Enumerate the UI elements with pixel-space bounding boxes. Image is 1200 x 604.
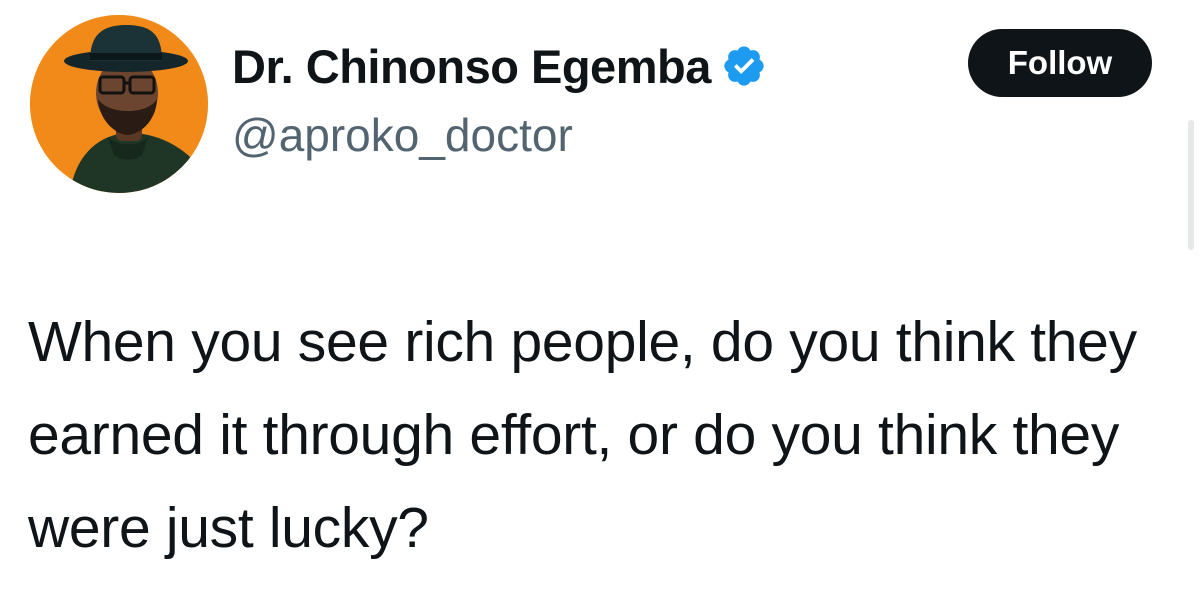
follow-button[interactable]: Follow (968, 29, 1152, 97)
verified-badge-icon (721, 43, 767, 89)
tweet-text: When you see rich people, do you think t… (28, 310, 1137, 560)
display-name[interactable]: Dr. Chinonso Egemba (232, 39, 711, 94)
author-name-row: Dr. Chinonso Egemba (232, 36, 767, 96)
avatar[interactable] (30, 15, 208, 193)
scrollbar[interactable] (1188, 120, 1194, 250)
profile-photo (30, 15, 208, 193)
author-handle[interactable]: @aproko_doctor (232, 108, 573, 162)
